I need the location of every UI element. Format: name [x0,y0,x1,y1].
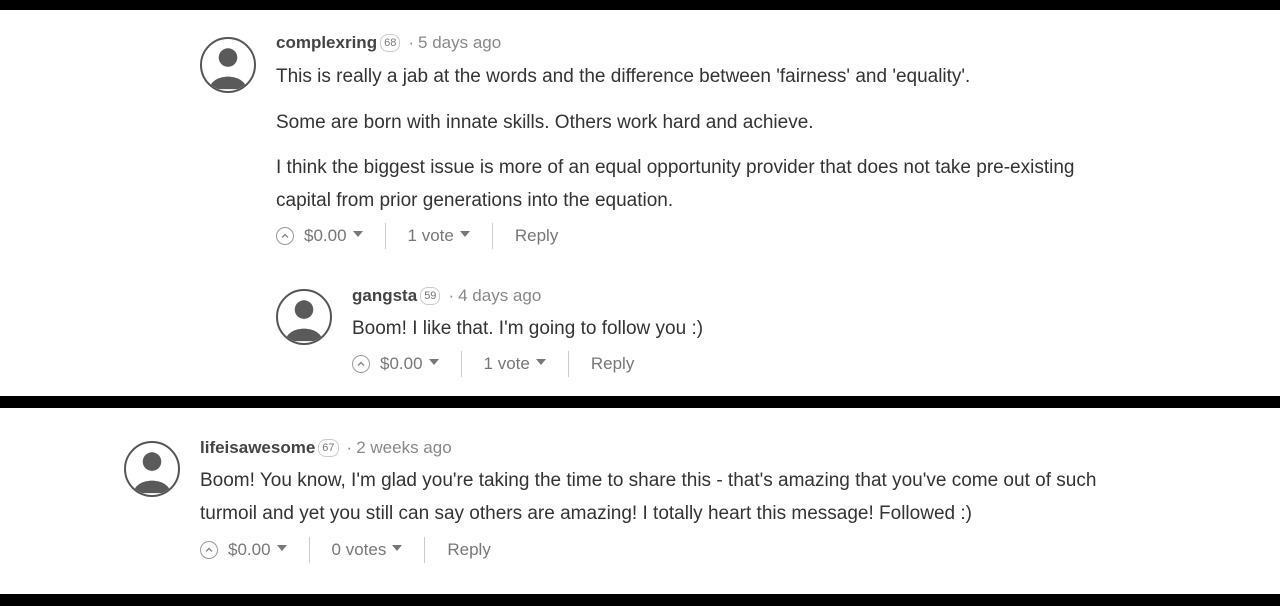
caret-down-icon [535,359,546,365]
timestamp[interactable]: 5 days ago [418,33,501,52]
payout-value: $0.00 [380,354,423,373]
votes-count: 0 votes [331,540,387,559]
votes-dropdown[interactable]: 1 vote [408,226,470,246]
timestamp[interactable]: 4 days ago [458,286,541,305]
comment-footer: $0.00 1 vote Reply [352,351,634,377]
comment-paragraph: Boom! I like that. I'm going to follow y… [352,318,704,339]
avatar[interactable] [276,289,332,345]
caret-down-icon [428,359,439,365]
reputation-badge: 68 [380,33,401,52]
upvote-button[interactable] [200,541,218,559]
avatar[interactable] [200,37,256,93]
comment-paragraph: This is really a jab at the words and th… [276,66,971,87]
caret-down-icon [392,545,403,551]
divider [491,223,493,249]
payout-dropdown[interactable]: $0.00 [304,226,363,246]
divider [460,351,462,377]
votes-count: 1 vote [483,354,530,373]
user-silhouette-icon [285,300,323,342]
comment-footer: $0.00 0 votes Reply [200,537,491,563]
caret-down-icon [352,231,363,237]
reply-link[interactable]: Reply [591,354,634,374]
chevron-up-icon [205,547,213,552]
comment-thread-panel: lifeisawesome 67 · 2 weeks ago Boom! You kn… [0,408,1280,594]
upvote-button[interactable] [352,355,370,373]
comment-paragraph: I think the biggest issue is more of an … [276,157,1075,178]
payout-value: $0.00 [228,540,271,559]
user-silhouette-icon [133,452,171,494]
reputation-badge: 59 [420,286,441,305]
separator-dot: · [346,438,353,457]
author-name[interactable]: complexring [276,33,377,52]
divider [424,537,426,563]
separator-dot: · [448,286,455,305]
votes-dropdown[interactable]: 1 vote [484,354,546,374]
comment-paragraph: Boom! You know, I'm glad you're taking t… [200,470,1097,491]
divider [384,223,386,249]
caret-down-icon [459,231,470,237]
reputation-badge: 67 [318,438,339,457]
timestamp[interactable]: 2 weeks ago [356,438,451,457]
user-silhouette-icon [209,48,247,90]
votes-count: 1 vote [407,226,454,245]
reply-link[interactable]: Reply [447,540,490,560]
chevron-up-icon [281,233,289,238]
avatar[interactable] [124,441,180,497]
divider [567,351,569,377]
upvote-button[interactable] [276,227,294,245]
payout-dropdown[interactable]: $0.00 [228,540,287,560]
divider [308,537,310,563]
comment-thread-panel: complexring 68 · 5 days ago This is really … [0,10,1280,396]
comment-paragraph: Some are born with innate skills. Others… [276,112,814,133]
comment-paragraph: turmoil and yet you still can say others… [200,503,972,524]
payout-dropdown[interactable]: $0.00 [380,354,439,374]
comment-footer: $0.00 1 vote Reply [276,223,558,249]
caret-down-icon [276,545,287,551]
votes-dropdown[interactable]: 0 votes [332,540,403,560]
comment-paragraph: capital from prior generations into the … [276,190,674,211]
author-name[interactable]: gangsta [352,286,417,305]
author-name[interactable]: lifeisawesome [200,438,315,457]
payout-value: $0.00 [304,226,347,245]
separator-dot: · [408,33,415,52]
chevron-up-icon [357,361,365,366]
reply-link[interactable]: Reply [515,226,558,246]
